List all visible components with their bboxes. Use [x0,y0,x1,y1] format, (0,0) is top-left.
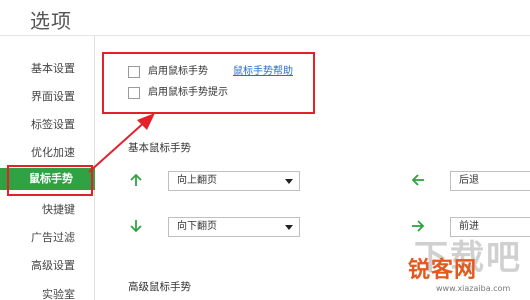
sidebar-item-shortcuts[interactable]: 快捷键 [0,199,95,221]
watermark-url: www.xiazaiba.com [436,284,511,293]
sidebar-item-lab[interactable]: 实验室 [0,284,95,300]
sidebar-item-basic[interactable]: 基本设置 [0,58,95,80]
arrow-up-icon [130,173,142,186]
gesture-up-value: 向上翻页 [177,175,217,186]
window-title: 选项 [30,9,72,33]
enable-gesture-checkbox[interactable] [128,66,140,78]
enable-gesture-label: 启用鼠标手势 [148,66,208,77]
sidebar-item-advanced[interactable]: 高级设置 [0,255,95,277]
gesture-down-value: 向下翻页 [177,221,217,232]
chevron-down-icon [285,179,293,184]
enable-hint-checkbox[interactable] [128,87,140,99]
advanced-gestures-title: 高级鼠标手势 [128,281,191,293]
gesture-down-select[interactable]: 向下翻页 [168,217,300,237]
chevron-down-icon [285,225,293,230]
gesture-up-select[interactable]: 向上翻页 [168,171,300,191]
sidebar-item-interface[interactable]: 界面设置 [0,86,95,108]
gesture-left-select[interactable]: 后退 [450,171,530,191]
sidebar-highlight-box [7,165,93,196]
gesture-left-value: 后退 [459,175,479,186]
gesture-help-link[interactable]: 鼠标手势帮助 [233,65,293,79]
sidebar-item-adblock[interactable]: 广告过滤 [0,227,95,249]
enable-hint-label: 启用鼠标手势提示 [148,87,228,98]
watermark-brand: 锐客网 [408,258,478,283]
basic-gestures-title: 基本鼠标手势 [128,142,191,154]
arrow-left-icon [411,174,424,186]
sidebar-item-optimize[interactable]: 优化加速 [0,142,95,164]
arrow-down-icon [130,220,142,233]
sidebar-item-tabs[interactable]: 标签设置 [0,114,95,136]
options-highlight-box [102,52,315,114]
